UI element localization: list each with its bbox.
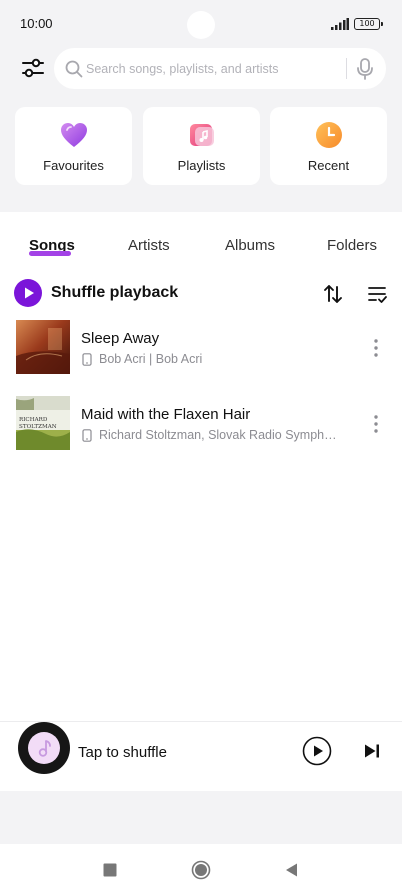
search-placeholder: Search songs, playlists, and artists: [86, 62, 279, 76]
tab-artists[interactable]: Artists: [128, 237, 170, 254]
song-title: Maid with the Flaxen Hair: [81, 406, 251, 423]
skip-next-icon[interactable]: [362, 741, 382, 761]
status-time: 10:00: [20, 16, 53, 31]
sort-icon[interactable]: [322, 283, 344, 305]
recent-label: Recent: [307, 158, 350, 173]
back-icon[interactable]: [282, 860, 302, 880]
search-input[interactable]: Search songs, playlists, and artists: [54, 48, 386, 89]
recent-apps-icon[interactable]: [100, 860, 120, 880]
search-icon: [65, 60, 83, 78]
filter-settings-icon[interactable]: [20, 56, 46, 80]
tab-albums[interactable]: Albums: [225, 237, 275, 254]
more-options-icon[interactable]: [370, 338, 382, 358]
favourites-card[interactable]: Favourites: [15, 107, 132, 185]
battery-level: 100: [359, 19, 375, 28]
front-camera: [187, 11, 215, 39]
signal-icon: [331, 18, 349, 30]
recent-card[interactable]: Recent: [270, 107, 387, 185]
mini-player[interactable]: Tap to shuffle: [0, 721, 402, 791]
shuffle-playback-label[interactable]: Shuffle playback: [51, 284, 178, 302]
status-bar: 10:00 100: [0, 0, 402, 48]
microphone-icon[interactable]: [354, 57, 376, 81]
favourites-label: Favourites: [43, 158, 104, 173]
playlists-card[interactable]: Playlists: [143, 107, 260, 185]
active-tab-indicator: [29, 251, 71, 256]
album-art: RICHARD STOLTZMAN: [16, 396, 70, 450]
now-playing-disc[interactable]: [18, 722, 70, 774]
more-options-icon[interactable]: [370, 414, 382, 434]
library-tabs: Songs Artists Albums Folders: [0, 232, 402, 262]
system-navigation-bar: [0, 844, 402, 893]
song-artist: Richard Stoltzman, Slovak Radio Sympho..…: [99, 428, 339, 442]
bottom-spacer: [0, 791, 402, 844]
play-icon: [25, 287, 34, 299]
clock-icon: [316, 122, 342, 148]
tab-folders[interactable]: Folders: [327, 237, 377, 254]
device-storage-icon: [82, 353, 92, 366]
song-row[interactable]: Sleep Away Bob Acri | Bob Acri: [0, 320, 402, 380]
device-storage-icon: [82, 429, 92, 442]
mini-player-label: Tap to shuffle: [78, 744, 167, 761]
album-art: [16, 320, 70, 374]
song-title: Sleep Away: [81, 330, 160, 347]
song-row[interactable]: RICHARD STOLTZMAN Maid with the Flaxen H…: [0, 396, 402, 456]
album-art-text-2: STOLTZMAN: [19, 424, 57, 430]
heart-icon: [61, 123, 87, 147]
song-artist: Bob Acri | Bob Acri: [99, 352, 203, 366]
album-art-text-1: RICHARD: [19, 417, 48, 423]
home-icon[interactable]: [191, 860, 211, 880]
shuffle-play-button[interactable]: [14, 279, 42, 307]
music-note-icon: [28, 732, 60, 764]
play-button-icon[interactable]: [302, 736, 332, 766]
playlists-label: Playlists: [177, 158, 226, 173]
multi-select-icon[interactable]: [366, 283, 388, 305]
battery-icon: 100: [354, 18, 383, 30]
search-divider: [346, 58, 347, 79]
playlist-icon: [190, 124, 214, 146]
